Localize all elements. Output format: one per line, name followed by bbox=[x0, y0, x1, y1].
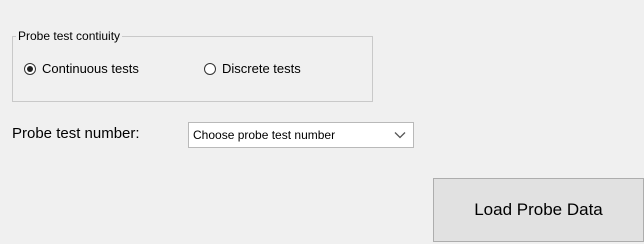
discrete-tests-radio[interactable]: Discrete tests bbox=[204, 61, 301, 77]
continuous-tests-radio[interactable]: Continuous tests bbox=[24, 61, 139, 77]
continuous-tests-label: Continuous tests bbox=[42, 61, 139, 76]
probe-test-number-select[interactable]: Choose probe test number bbox=[188, 122, 414, 148]
group-title: Probe test contiuity bbox=[16, 29, 123, 43]
load-probe-data-button[interactable]: Load Probe Data bbox=[433, 178, 644, 242]
probe-test-number-label: Probe test number: bbox=[12, 125, 140, 142]
radio-selected-icon[interactable] bbox=[24, 63, 36, 75]
select-value: Choose probe test number bbox=[193, 128, 336, 142]
discrete-tests-label: Discrete tests bbox=[222, 61, 301, 76]
radio-dot bbox=[27, 66, 33, 72]
chevron-down-icon[interactable] bbox=[387, 123, 413, 147]
radio-unselected-icon[interactable] bbox=[204, 63, 216, 75]
